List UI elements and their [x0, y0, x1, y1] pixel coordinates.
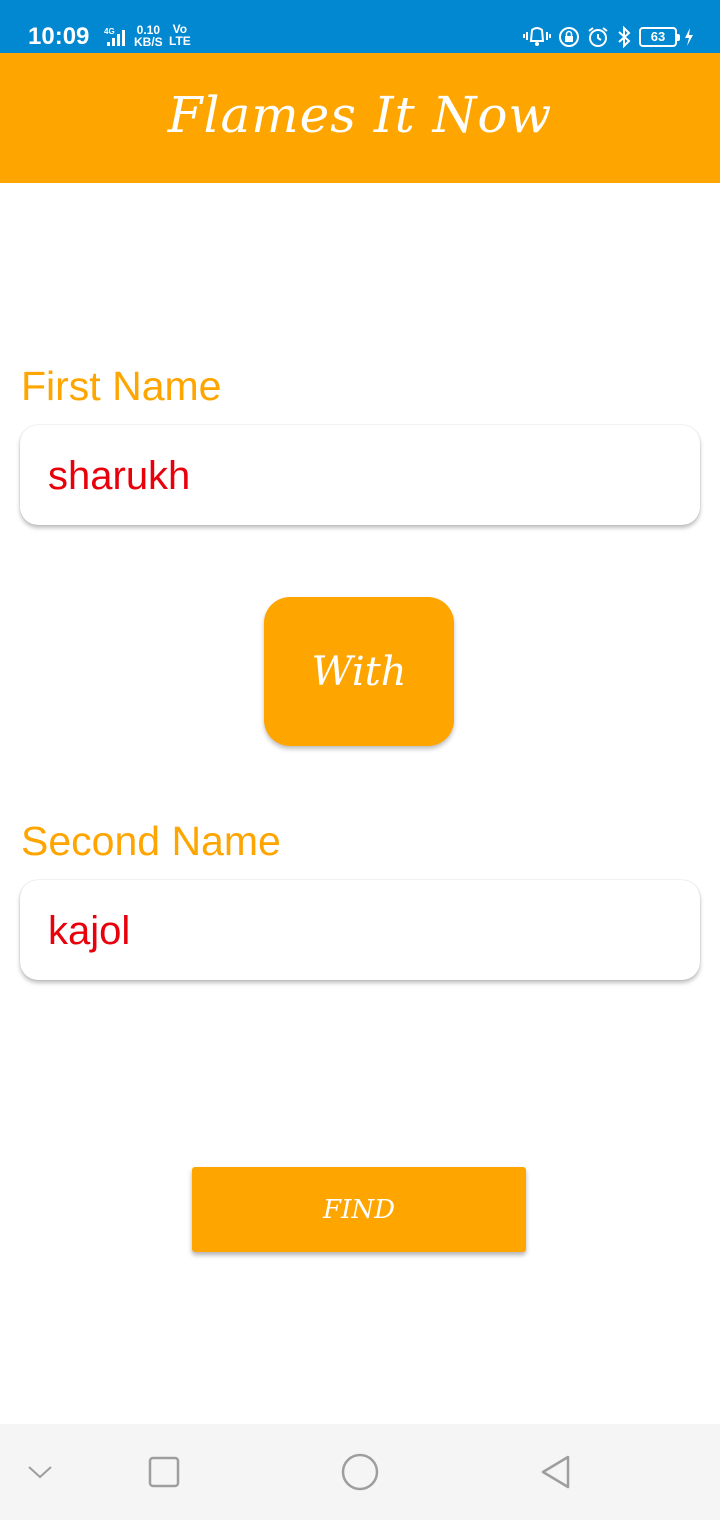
status-time: 10:09	[28, 23, 90, 50]
first-name-input[interactable]	[48, 449, 668, 503]
network-type: 4G	[104, 27, 115, 36]
battery-icon: 63	[639, 27, 680, 47]
navigation-bar	[0, 1424, 720, 1520]
back-triangle-icon[interactable]	[532, 1448, 580, 1496]
status-bar: 10:09 4G 0.10 KB/S Vo LTE 63	[0, 0, 720, 53]
status-icons: 63	[523, 24, 694, 50]
speed-unit: KB/S	[134, 35, 163, 49]
first-name-label: First Name	[21, 363, 222, 409]
home-circle-icon[interactable]	[336, 1448, 384, 1496]
rotation-lock-icon	[558, 26, 580, 48]
second-name-card	[20, 880, 700, 980]
first-name-card	[20, 425, 700, 525]
app-header: Flames It Now	[0, 53, 720, 183]
volte-indicator: Vo LTE	[169, 23, 191, 47]
vibrate-icon	[523, 26, 551, 48]
alarm-icon	[587, 26, 609, 48]
charging-icon	[684, 27, 694, 47]
with-button[interactable]: With	[264, 597, 454, 746]
network-speed: 0.10 KB/S	[134, 24, 163, 48]
find-button[interactable]: FIND	[192, 1167, 526, 1252]
second-name-input[interactable]	[48, 904, 668, 958]
app-title: Flames It Now	[167, 86, 553, 144]
chevron-down-icon[interactable]	[16, 1448, 64, 1496]
volte-bottom: LTE	[169, 34, 191, 48]
signal-icon: 4G	[102, 26, 132, 48]
second-name-label: Second Name	[21, 818, 281, 864]
bluetooth-icon	[616, 26, 632, 48]
recents-square-icon[interactable]	[140, 1448, 188, 1496]
